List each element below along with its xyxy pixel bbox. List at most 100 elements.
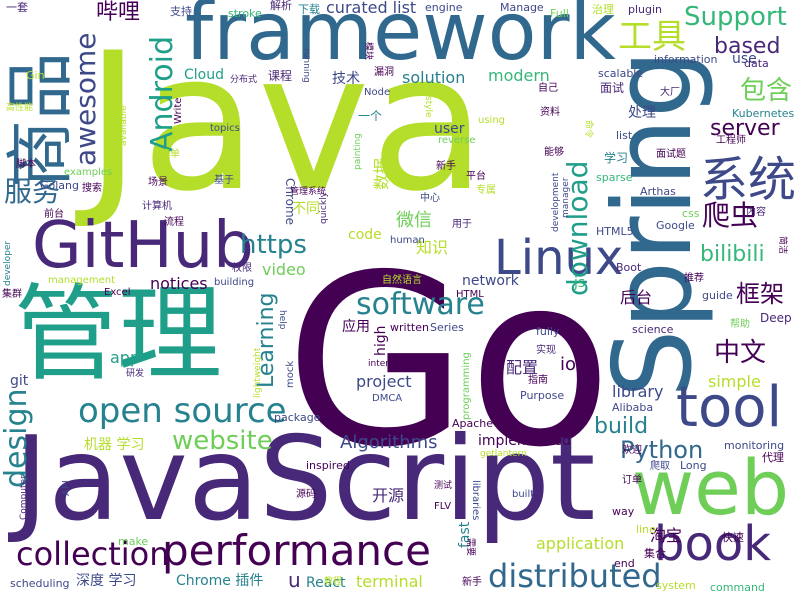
word-solution: solution [402, 68, 466, 87]
word-style: style [423, 96, 433, 118]
word-application: application [536, 534, 625, 553]
word-distributed: distributed [488, 557, 662, 595]
word-built: built [512, 489, 535, 500]
word-gaoxingneng: 高性能 [6, 103, 34, 113]
word-https: https [240, 230, 307, 260]
word-android: Android [145, 36, 180, 152]
word-html: HTML [456, 289, 484, 300]
word-gin: Gin [26, 69, 45, 82]
word-xuexi: 学习 [604, 151, 629, 165]
word-loudong: 漏洞 [374, 67, 394, 78]
word-painting: painting [353, 133, 363, 170]
word-git: git [10, 373, 29, 389]
word-development: development [551, 172, 561, 232]
word-line: line [636, 523, 656, 536]
word-network: network [462, 273, 519, 289]
word-sparse: sparse [596, 171, 633, 184]
word-library: library [612, 382, 664, 401]
word-performance: performance [162, 526, 431, 575]
word-scheduling: scheduling [10, 577, 70, 590]
word-long: Long [680, 459, 707, 472]
word-plugin: plugin [628, 3, 663, 16]
word-deep-learning-cn: 深度 学习 [76, 573, 137, 589]
word-interfaces: interfaces [368, 359, 413, 369]
word-ziliao: 资料 [540, 107, 560, 118]
word-data: data [744, 57, 769, 70]
word-kuangjia: 框架 [736, 280, 784, 308]
word-project: project [356, 372, 412, 391]
word-zhili: 治理 [592, 3, 614, 16]
word-end: end [614, 557, 635, 570]
word-yuanma: 源码 [296, 489, 316, 500]
word-developer: developer [3, 240, 13, 286]
word-io: io [560, 354, 577, 375]
word-cloud: Cloud [184, 67, 224, 83]
word-kuaisu: 快速 [722, 531, 744, 544]
word-paqu: 爬取 [650, 461, 670, 472]
word-weixin: 微信 [396, 210, 432, 231]
word-yongyu: 用于 [452, 219, 472, 230]
word-monitoring: monitoring [724, 439, 785, 452]
word-manager: manager [561, 177, 571, 218]
word-modern: modern [488, 66, 550, 85]
word-chuli: 处理 [628, 105, 656, 121]
word-scalable: scalable [598, 67, 644, 80]
word-list: list [616, 129, 633, 142]
word-dingdan: 订单 [622, 475, 642, 486]
word-liucheng: 流程 [164, 217, 184, 228]
word-make: make [118, 535, 149, 548]
word-jiqun: 集群 [2, 289, 22, 300]
word-jianjie: 简洁 [777, 236, 787, 255]
word-jiexi: 解析 [270, 0, 292, 12]
word-yingyong: 应用 [342, 319, 370, 335]
word-mokuai: 模块 [363, 42, 373, 61]
word-ziranyuyan: 自然语言 [382, 275, 422, 286]
word-google: Google [656, 219, 695, 232]
word-alibaba: Alibaba [612, 401, 654, 414]
word-libraries: libraries [470, 480, 481, 521]
word-using: using [478, 115, 506, 126]
word-mianshi: 面试 [600, 81, 625, 95]
word-kaiyuan: 开源 [372, 486, 405, 505]
word-arthas: Arthas [640, 185, 676, 198]
word-yanfa: 研发 [126, 369, 145, 379]
word-xinshou: 新手 [462, 577, 482, 588]
word-jiaocheng: 教程 [324, 577, 343, 587]
word-engine: engine [425, 1, 463, 14]
word-write: Write [173, 97, 184, 124]
word-command: command [710, 581, 765, 594]
word-bili: 哔哩 [96, 0, 141, 25]
word-jiqi-xuexi: 机器 学习 [84, 437, 145, 453]
word-design: design [0, 388, 34, 488]
word-html5: HTML5 [596, 225, 634, 238]
word-website: website [172, 426, 273, 456]
word-simple: simple [708, 372, 761, 391]
word-jishu: 技术 [332, 71, 360, 87]
word-purpose: Purpose [520, 389, 565, 402]
word-zhongwen: 中文 [714, 338, 767, 368]
word-implemented: implemented [478, 433, 572, 449]
word-science: science [632, 323, 674, 336]
word-chrome: Chrome [283, 178, 297, 226]
word-neirong: 内容 [746, 207, 766, 218]
word-tuijian: 推荐 [684, 273, 704, 284]
word-changjing: 场景 [148, 177, 168, 188]
word-daili: 代理 [762, 451, 784, 464]
word-shuju: 数据 [372, 157, 391, 190]
word-mock: mock [285, 360, 296, 388]
word-curated-list: curated list [326, 0, 417, 17]
word-apache: Apache [452, 417, 494, 430]
word-xinshou2: 新手 [436, 161, 456, 172]
word-help: help [277, 310, 287, 330]
word-bangzhu: 帮助 [730, 319, 750, 330]
word-shixian: 实现 [536, 345, 556, 356]
word-guide: guide [702, 289, 733, 302]
word-management: management [48, 275, 115, 286]
word-jiandan: 简单 [160, 149, 180, 160]
word-fully: fully [536, 325, 560, 338]
word-xitong: 系统 [700, 152, 797, 208]
word-awesome: awesome [69, 32, 102, 166]
word-zhinan: 指南 [528, 375, 548, 386]
word-gongchengshi: 工程师 [716, 135, 746, 146]
word-reverse: reverse [438, 135, 476, 146]
